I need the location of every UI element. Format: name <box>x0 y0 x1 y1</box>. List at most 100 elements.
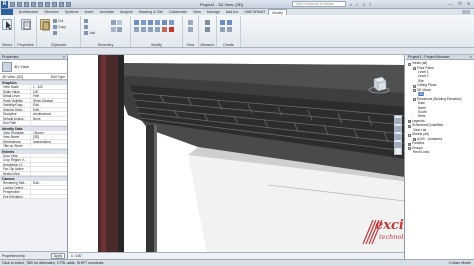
property-value[interactable] <box>30 153 67 157</box>
undo-icon[interactable] <box>24 2 29 7</box>
collapse-icon[interactable]: − <box>413 67 416 70</box>
binoculars-icon[interactable]: ⌕ <box>350 2 352 7</box>
edit-type-button[interactable]: Edit Type <box>51 74 65 80</box>
property-value[interactable] <box>30 167 67 171</box>
property-value[interactable]: Edit... <box>30 181 67 185</box>
save-icon[interactable] <box>17 2 22 7</box>
create-group-icon[interactable] <box>220 27 225 32</box>
mirror-icon[interactable] <box>148 20 153 25</box>
property-value[interactable] <box>30 121 67 125</box>
viewcube-icon[interactable] <box>368 73 390 95</box>
collapse-icon[interactable]: − <box>408 147 411 151</box>
tree-node[interactable]: Revit Links <box>408 150 473 154</box>
move-icon[interactable] <box>155 20 160 25</box>
rotate-icon[interactable] <box>169 20 174 25</box>
cut-geometry-button[interactable] <box>84 25 89 29</box>
help-icon[interactable]: ? <box>369 2 371 7</box>
paint-icon[interactable] <box>111 27 116 32</box>
property-value[interactable]: 1 : 100 <box>30 85 67 89</box>
measure-icon[interactable] <box>38 2 43 7</box>
property-value[interactable] <box>30 162 67 166</box>
section-icon[interactable] <box>59 2 64 7</box>
property-name: Sun Path <box>3 121 17 125</box>
cut-button[interactable]: Cut <box>53 19 63 23</box>
pan-icon[interactable] <box>395 134 401 140</box>
hide-icon[interactable] <box>188 20 193 25</box>
redo-icon[interactable] <box>31 2 36 7</box>
pin-icon[interactable] <box>162 27 167 32</box>
match-button[interactable] <box>53 31 58 35</box>
create-parts-icon[interactable] <box>227 20 232 25</box>
open-icon[interactable] <box>10 2 15 7</box>
property-value[interactable] <box>30 144 67 148</box>
wall-joins-icon[interactable] <box>111 20 116 25</box>
title-bar: R Project1 - 3D View: {3D} Type a keywor… <box>0 0 474 9</box>
property-value[interactable]: <None> <box>30 130 67 134</box>
ribbon-toggle-icon[interactable] <box>462 10 470 14</box>
trim-icon[interactable] <box>134 27 139 32</box>
cope-button[interactable] <box>84 19 89 23</box>
expand-icon[interactable]: + <box>408 124 411 128</box>
properties-button[interactable] <box>21 19 31 30</box>
array-icon[interactable] <box>148 27 153 32</box>
property-value[interactable]: Edit... <box>30 103 67 107</box>
scale-icon[interactable] <box>155 27 160 32</box>
dimension-icon[interactable] <box>205 27 210 32</box>
property-name: Dependency <box>3 139 21 143</box>
3d-viewport[interactable]: excitech technology for design 1 : 100 <box>68 55 405 259</box>
property-value[interactable]: Edit... <box>30 107 67 111</box>
join-button[interactable]: Join <box>84 31 95 35</box>
model-status[interactable]: :0 Main Model <box>448 261 471 265</box>
collapse-icon[interactable]: − <box>408 62 411 66</box>
delete-icon[interactable] <box>169 27 174 32</box>
collapse-icon[interactable]: − <box>408 133 411 137</box>
text-icon[interactable] <box>45 2 50 7</box>
property-value[interactable] <box>30 171 67 175</box>
model-geometry[interactable] <box>68 55 405 259</box>
search-input[interactable]: Type a keyword or phrase <box>292 1 346 7</box>
split-face-icon[interactable] <box>117 20 122 25</box>
measure-tool-icon[interactable] <box>205 20 210 25</box>
property-value[interactable] <box>30 185 67 189</box>
close-hidden-icon[interactable] <box>66 2 71 7</box>
zoom-icon[interactable] <box>395 126 401 132</box>
modify-button[interactable] <box>2 19 12 30</box>
property-value[interactable]: 100 <box>30 89 67 93</box>
collapse-icon[interactable]: − <box>413 89 416 93</box>
steering-wheel-icon[interactable] <box>395 118 401 124</box>
3d-view-icon[interactable] <box>52 2 57 7</box>
create-assembly-icon[interactable] <box>220 20 225 25</box>
property-value[interactable] <box>30 190 67 194</box>
override-icon[interactable] <box>188 27 193 32</box>
view-selector[interactable]: 3D View: {3D} Edit Type <box>0 74 67 80</box>
property-value[interactable]: Independent <box>30 139 67 143</box>
create-similar-icon[interactable] <box>227 27 232 32</box>
demolish-icon[interactable] <box>117 27 122 32</box>
orbit-icon[interactable] <box>395 142 401 148</box>
maximize-button[interactable]: ❐ <box>456 1 463 7</box>
property-value[interactable]: None <box>30 116 67 120</box>
property-value[interactable]: Show Original <box>30 98 67 102</box>
property-value[interactable]: Fine <box>30 94 67 98</box>
properties-help-link[interactable]: Properties help <box>2 254 25 258</box>
star-icon[interactable]: ☆ <box>355 2 359 7</box>
paste-button[interactable] <box>40 19 50 31</box>
view-scale[interactable]: 1 : 100 <box>71 254 81 258</box>
project-browser: Project1 - Project Browser × − Views (all… <box>406 55 474 259</box>
property-value[interactable]: {3D} <box>30 135 67 139</box>
property-value[interactable] <box>30 194 67 198</box>
type-selector[interactable]: 3D View <box>0 60 67 74</box>
property-value[interactable]: Architectural <box>30 112 67 116</box>
align-icon[interactable] <box>134 20 139 25</box>
collapse-icon[interactable]: − <box>413 98 416 102</box>
offset-icon[interactable] <box>141 20 146 25</box>
close-button[interactable]: ✕ <box>465 1 472 7</box>
minimize-button[interactable]: — <box>447 1 454 7</box>
split-icon[interactable] <box>141 27 146 32</box>
property-value[interactable] <box>30 158 67 162</box>
user-icon[interactable]: ☺ <box>362 2 366 7</box>
copy-button[interactable]: Copy <box>53 25 66 29</box>
copy-element-icon[interactable] <box>162 20 167 25</box>
close-icon[interactable]: × <box>470 55 472 60</box>
app-logo-icon[interactable]: R <box>1 1 8 8</box>
